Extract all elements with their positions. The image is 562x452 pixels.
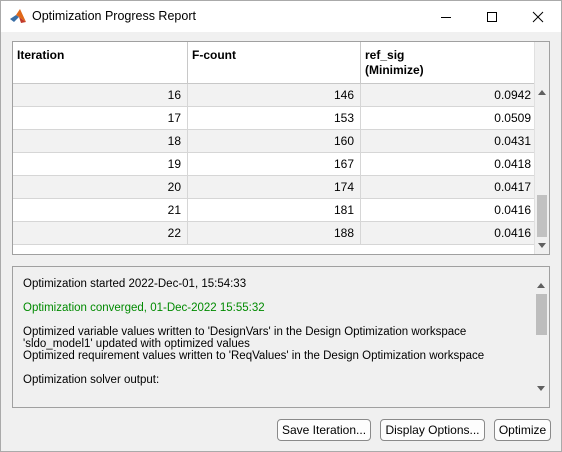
cell-iteration: 19 <box>13 153 188 175</box>
cell-f-count: 146 <box>188 84 361 106</box>
log-solver-output: Optimization solver output: <box>23 374 160 386</box>
table-row[interactable]: 19 167 0.0418 <box>13 153 535 176</box>
log-scroll-thumb[interactable] <box>536 294 547 335</box>
cell-ref-sig: 0.0942 <box>494 88 531 102</box>
log-converged: Optimization converged, 01-Dec-2022 15:5… <box>23 302 265 314</box>
table-scrollbar[interactable] <box>534 42 549 254</box>
cell-iteration: 16 <box>13 84 188 106</box>
cell-ref-sig: 0.0416 <box>494 203 531 217</box>
cell-f-count: 174 <box>188 176 361 198</box>
table-scroll-thumb[interactable] <box>537 195 547 237</box>
table-header: Iteration F-count ref_sig (Minimize) <box>13 42 535 84</box>
maximize-icon <box>487 11 497 22</box>
column-header-sublabel: (Minimize) <box>365 63 424 77</box>
table-row[interactable]: 16 146 0.0942 <box>13 84 535 107</box>
column-header-label: F-count <box>192 48 236 62</box>
cell-iteration: 17 <box>13 107 188 129</box>
log-scrollbar[interactable] <box>529 267 549 407</box>
cell-iteration: 18 <box>13 130 188 152</box>
cell-ref-sig: 0.0416 <box>494 226 531 240</box>
cell-f-count: 167 <box>188 153 361 175</box>
cell-f-count: 188 <box>188 222 361 244</box>
log-started: Optimization started 2022-Dec-01, 15:54:… <box>23 278 247 290</box>
log-written-reqs: Optimized requirement values written to … <box>23 350 485 362</box>
scroll-down-arrow-icon[interactable] <box>538 243 546 248</box>
minimize-button[interactable] <box>423 1 469 32</box>
cell-f-count: 153 <box>188 107 361 129</box>
table-row[interactable]: 18 160 0.0431 <box>13 130 535 153</box>
matlab-icon <box>10 9 26 23</box>
table-row[interactable]: 20 174 0.0417 <box>13 176 535 199</box>
cell-ref-sig: 0.0417 <box>494 180 531 194</box>
cell-ref-sig: 0.0431 <box>494 134 531 148</box>
iteration-table: Iteration F-count ref_sig (Minimize) 16 … <box>12 41 550 255</box>
table-body: 16 146 0.0942 17 153 0.0509 18 160 0.043… <box>13 84 535 254</box>
column-header-label: Iteration <box>17 48 65 62</box>
cell-iteration: 22 <box>13 222 188 244</box>
log-model-updated: 'sldo_model1' updated with optimized val… <box>23 338 250 350</box>
minimize-icon <box>441 16 451 18</box>
cell-ref-sig: 0.0509 <box>494 111 531 125</box>
cell-f-count: 160 <box>188 130 361 152</box>
log-written-vars: Optimized variable values written to 'De… <box>23 326 467 338</box>
title-bar: Optimization Progress Report <box>1 1 561 32</box>
save-iteration-button[interactable]: Save Iteration... <box>277 419 371 441</box>
column-header-label: ref_sig <box>365 48 405 62</box>
cell-iteration: 20 <box>13 176 188 198</box>
scroll-up-arrow-icon[interactable] <box>538 90 546 95</box>
table-row[interactable]: 21 181 0.0416 <box>13 199 535 222</box>
maximize-button[interactable] <box>469 1 515 32</box>
scroll-down-arrow-icon[interactable] <box>537 386 545 391</box>
table-row[interactable]: 22 188 0.0416 <box>13 222 535 245</box>
scroll-up-arrow-icon[interactable] <box>537 283 545 288</box>
column-header-ref-sig[interactable]: ref_sig (Minimize) <box>361 42 535 83</box>
optimization-progress-window: Optimization Progress Report Iteration F… <box>0 0 562 452</box>
cell-ref-sig: 0.0418 <box>494 157 531 171</box>
column-header-f-count[interactable]: F-count <box>188 42 361 83</box>
optimize-button[interactable]: Optimize <box>494 419 551 441</box>
cell-iteration: 21 <box>13 199 188 221</box>
table-row[interactable]: 17 153 0.0509 <box>13 107 535 130</box>
column-header-iteration[interactable]: Iteration <box>13 42 188 83</box>
display-options-button[interactable]: Display Options... <box>380 419 485 441</box>
close-icon <box>532 11 544 22</box>
close-button[interactable] <box>515 1 561 32</box>
window-title: Optimization Progress Report <box>32 9 196 23</box>
optimization-log: Optimization started 2022-Dec-01, 15:54:… <box>12 266 550 408</box>
cell-f-count: 181 <box>188 199 361 221</box>
